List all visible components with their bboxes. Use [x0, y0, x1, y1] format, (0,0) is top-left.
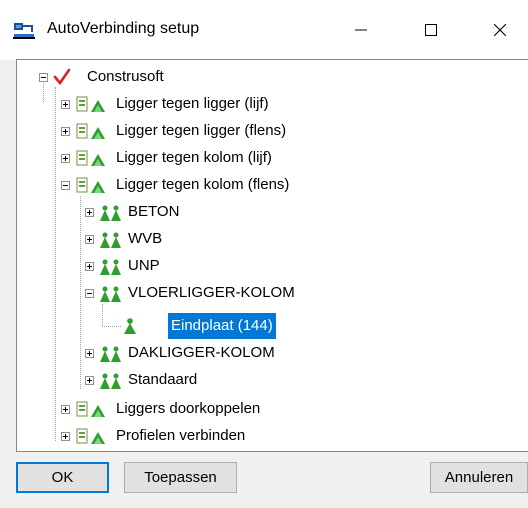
tree-node-label: Liggers doorkoppelen	[116, 400, 261, 417]
maximize-button[interactable]	[408, 10, 454, 50]
expand-toggle[interactable]	[61, 100, 70, 109]
tree-node-label: VLOERLIGGER-KOLOM	[128, 284, 295, 301]
window-title: AutoVerbinding setup	[47, 20, 200, 37]
tree-node-group[interactable]: Profielen verbinden	[17, 423, 517, 449]
collapse-toggle[interactable]	[39, 73, 48, 82]
tree-node-label: Profielen verbinden	[116, 427, 246, 444]
tree-node-label: Construsoft	[87, 68, 164, 85]
tree-node-label-selected: Eindplaat (144)	[168, 313, 276, 339]
app-icon	[13, 22, 35, 40]
collapse-toggle[interactable]	[61, 181, 70, 190]
ok-button[interactable]: OK	[16, 462, 109, 493]
green-ruleset-icon	[98, 285, 124, 312]
rule-group-icon	[75, 428, 109, 451]
expand-toggle[interactable]	[85, 235, 94, 244]
cancel-button[interactable]: Annuleren	[430, 462, 528, 493]
expand-toggle[interactable]	[85, 349, 94, 358]
title-bar: AutoVerbinding setup	[0, 0, 528, 60]
collapse-toggle[interactable]	[85, 289, 94, 298]
tree-node-ruleset[interactable]: BETON	[17, 199, 517, 225]
tree-node-root[interactable]: Construsoft	[17, 64, 517, 90]
tree-node-group[interactable]: Liggers doorkoppelen	[17, 396, 517, 422]
tree-node-ruleset[interactable]: DAKLIGGER-KOLOM	[17, 340, 517, 366]
tree-node-ruleset[interactable]: WVB	[17, 226, 517, 252]
tree-node-group[interactable]: Ligger tegen kolom (lijf)	[17, 145, 517, 171]
tree-node-label: Standaard	[128, 371, 198, 388]
expand-toggle[interactable]	[61, 127, 70, 136]
tree-node-label: BETON	[128, 203, 180, 220]
tree-node-label: Ligger tegen ligger (flens)	[116, 122, 287, 139]
tree-node-rule[interactable]: Eindplaat (144)	[17, 313, 517, 339]
expand-toggle[interactable]	[61, 154, 70, 163]
close-button[interactable]	[477, 10, 523, 50]
tree-node-group[interactable]: Ligger tegen kolom (flens)	[17, 172, 517, 198]
green-ruleset-icon	[98, 372, 124, 399]
apply-button[interactable]: Toepassen	[124, 462, 237, 493]
tree-node-group[interactable]: Ligger tegen ligger (lijf)	[17, 91, 517, 117]
expand-toggle[interactable]	[85, 262, 94, 271]
tree-node-ruleset[interactable]: Standaard	[17, 367, 517, 393]
expand-toggle[interactable]	[85, 376, 94, 385]
tree-node-label: WVB	[128, 230, 163, 247]
expand-toggle[interactable]	[61, 405, 70, 414]
tree-node-group[interactable]: Ligger tegen ligger (flens)	[17, 118, 517, 144]
rules-tree[interactable]: Construsoft Ligger tegen ligger (lijf) L…	[16, 59, 528, 452]
tree-node-label: Ligger tegen kolom (flens)	[116, 176, 290, 193]
tree-node-ruleset[interactable]: VLOERLIGGER-KOLOM	[17, 280, 517, 306]
tree-node-label: DAKLIGGER-KOLOM	[128, 344, 275, 361]
close-icon	[494, 24, 506, 36]
tree-node-label: Ligger tegen kolom (lijf)	[116, 149, 272, 166]
tree-node-label: Ligger tegen ligger (lijf)	[116, 95, 269, 112]
expand-toggle[interactable]	[61, 432, 70, 441]
minimize-icon	[355, 24, 367, 36]
tree-node-label: UNP	[128, 257, 160, 274]
minimize-button[interactable]	[338, 10, 384, 50]
maximize-icon	[425, 24, 437, 36]
expand-toggle[interactable]	[85, 208, 94, 217]
tree-node-ruleset[interactable]: UNP	[17, 253, 517, 279]
